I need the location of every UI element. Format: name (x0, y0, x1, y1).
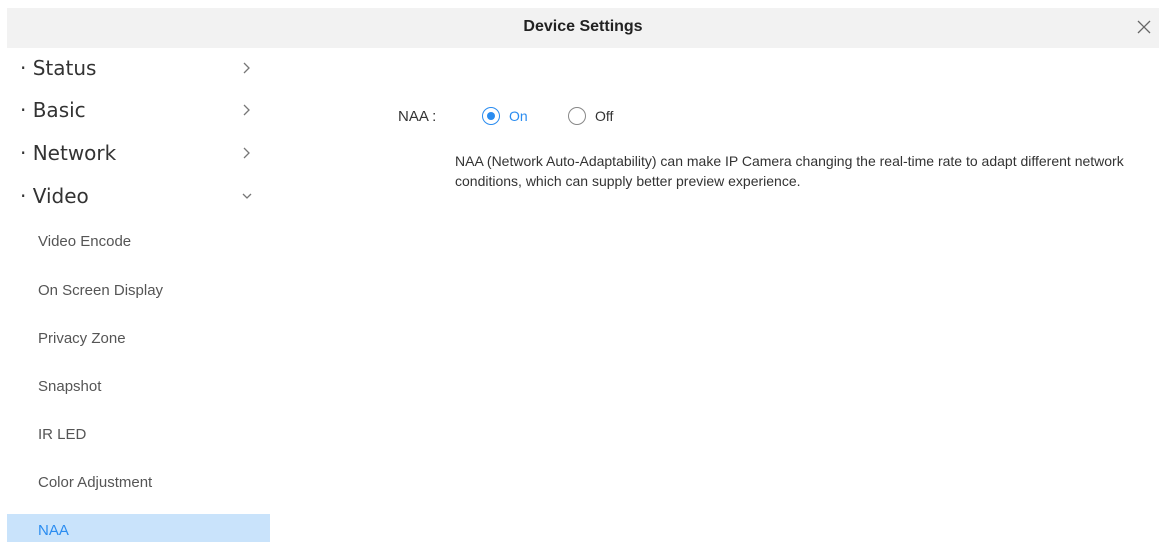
device-settings-window: Device Settings · Status · Basic · Netwo… (0, 0, 1159, 542)
naa-on-label: On (509, 108, 528, 124)
sidebar-item-label: · Basic (20, 98, 86, 122)
sidebar-item-label: Snapshot (38, 378, 102, 395)
sidebar-menu: · Status · Basic · Network · Video Video (7, 48, 270, 542)
sidebar-item-snapshot[interactable]: Snapshot (7, 370, 270, 404)
sidebar-item-label: Privacy Zone (38, 330, 126, 347)
naa-description: NAA (Network Auto-Adaptability) can make… (455, 153, 1124, 189)
close-icon[interactable] (1133, 16, 1155, 38)
naa-off-label: Off (595, 108, 614, 124)
sidebar-item-video[interactable]: · Video (7, 176, 270, 216)
radio-checked-icon (482, 107, 500, 125)
sidebar-item-label: · Network (20, 141, 117, 165)
sidebar-item-basic[interactable]: · Basic (7, 90, 270, 130)
sidebar-item-label: · Video (20, 184, 89, 208)
sidebar-item-privacy-zone[interactable]: Privacy Zone (7, 322, 270, 356)
naa-settings-panel: NAA : On Off NAA (Network Auto-Adaptabil… (270, 48, 1159, 542)
sidebar-item-ir-led[interactable]: IR LED (7, 418, 270, 452)
sidebar-item-label: Video Encode (38, 233, 132, 250)
sidebar-item-label: NAA (38, 522, 69, 539)
sidebar-item-label: IR LED (38, 426, 87, 443)
sidebar-item-on-screen-display[interactable]: On Screen Display (7, 274, 270, 308)
radio-unchecked-icon (568, 107, 586, 125)
sidebar-item-status[interactable]: · Status (7, 48, 270, 88)
sidebar-item-network[interactable]: · Network (7, 133, 270, 173)
naa-field-label: NAA : (398, 108, 437, 125)
chevron-right-icon (240, 102, 254, 118)
title-bar: Device Settings (7, 8, 1159, 48)
sidebar-item-label: Color Adjustment (38, 474, 153, 491)
sidebar-item-video-encode[interactable]: Video Encode (7, 225, 270, 259)
chevron-right-icon (240, 145, 254, 161)
chevron-down-icon (240, 188, 254, 204)
sidebar-item-label: · Status (20, 56, 97, 80)
sidebar-item-naa[interactable]: NAA (7, 514, 270, 542)
chevron-right-icon (240, 60, 254, 76)
sidebar-item-label: On Screen Display (38, 282, 164, 299)
sidebar-item-color-adjustment[interactable]: Color Adjustment (7, 466, 270, 500)
page-title: Device Settings (523, 18, 643, 35)
